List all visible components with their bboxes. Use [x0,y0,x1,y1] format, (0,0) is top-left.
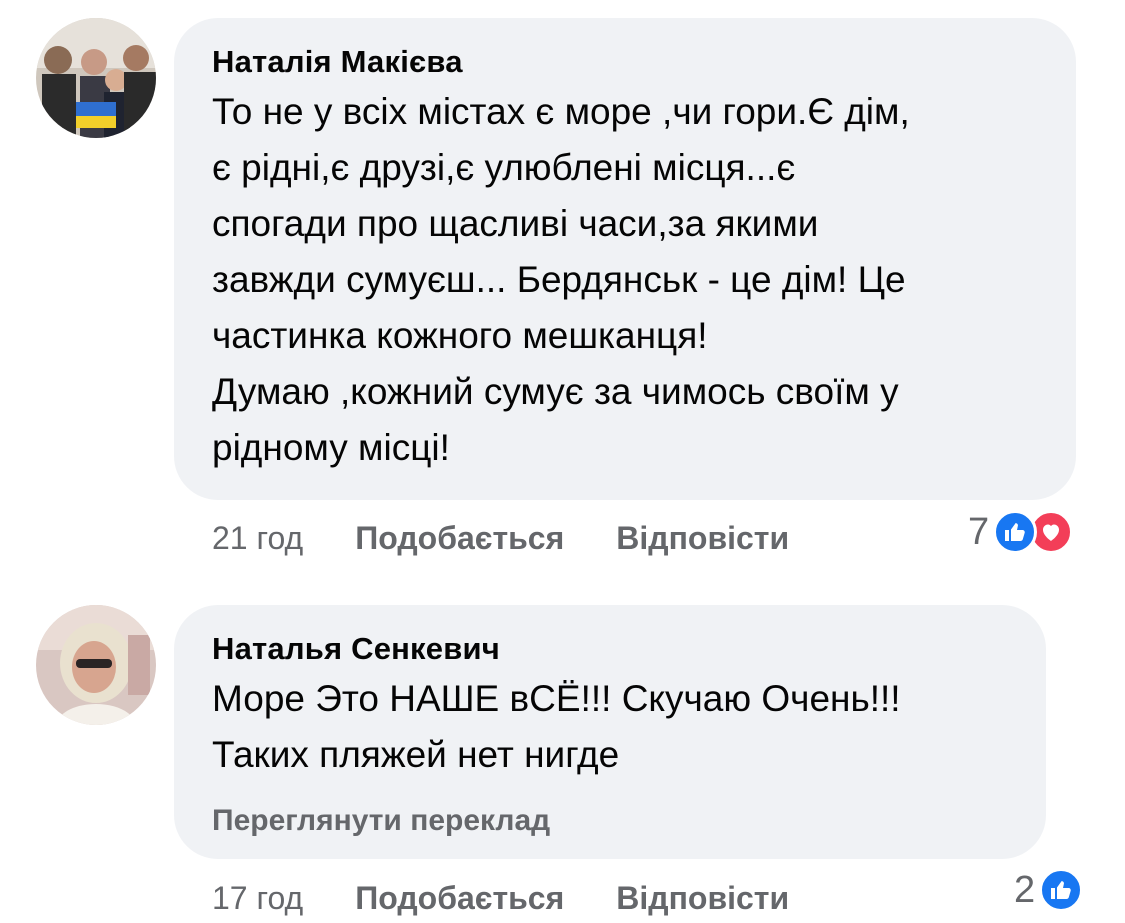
like-icon [1039,868,1084,912]
reaction-count: 7 [968,510,990,553]
comment-text: Море Это НАШЕ вСЁ!!! Скучаю Очень!!! Так… [212,678,901,775]
reply-button[interactable]: Відповісти [616,880,789,917]
comment-bubble: Наталія Макієва То не у всіх містах є мо… [174,18,1076,500]
comment-author[interactable]: Наталія Макієва [212,44,1038,80]
reaction-summary[interactable]: 7 [968,510,1074,554]
reaction-count: 2 [1014,868,1036,911]
comment-timestamp[interactable]: 17 год [212,880,303,917]
reply-button[interactable]: Відповісти [616,520,789,557]
comment-author[interactable]: Наталья Сенкевич [212,631,1008,667]
see-translation-link[interactable]: Переглянути переклад [212,803,1008,839]
comment-actions: 17 год Подобається Відповісти [212,878,789,918]
reaction-summary[interactable]: 2 [1014,868,1084,912]
like-button[interactable]: Подобається [355,520,564,557]
avatar-family-photo-icon [36,18,156,138]
comment-text: То не у всіх містах є море ,чи гори.Є ді… [212,91,910,468]
like-icon [993,510,1038,554]
avatar-woman-photo-icon [36,605,156,725]
like-button[interactable]: Подобається [355,880,564,917]
comment-timestamp[interactable]: 21 год [212,520,303,557]
comment-bubble: Наталья Сенкевич Море Это НАШЕ вСЁ!!! Ск… [174,605,1046,859]
comment-actions: 21 год Подобається Відповісти [212,518,789,558]
avatar[interactable] [36,605,156,725]
avatar[interactable] [36,18,156,138]
